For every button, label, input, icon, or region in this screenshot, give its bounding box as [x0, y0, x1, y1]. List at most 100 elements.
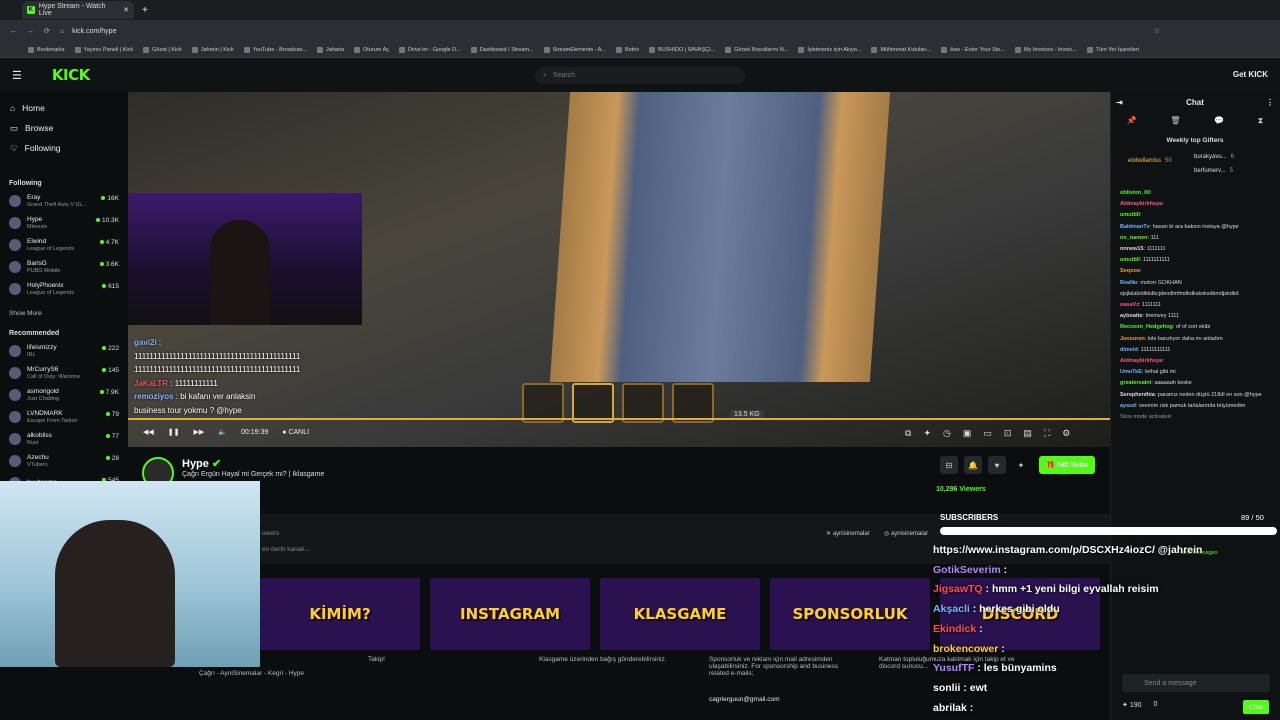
about-panel-4[interactable]: SPONSORLUK: [770, 578, 930, 650]
pip-icon[interactable]: ▭: [983, 428, 992, 439]
bookmark-item[interactable]: Oturum Aç: [354, 46, 389, 53]
star-icon[interactable]: ☆: [1154, 27, 1160, 35]
bookmark-item[interactable]: StreamElements - A...: [543, 46, 606, 53]
chat-send-button[interactable]: Chat: [1243, 700, 1269, 714]
bookmark-item[interactable]: Jaharia: [316, 46, 344, 53]
more-icon[interactable]: ⋮: [1266, 98, 1274, 107]
bookmark-item[interactable]: Botrix: [616, 46, 639, 53]
chat-username[interactable]: umutbll: [1120, 212, 1140, 218]
hourglass-icon[interactable]: ⧗: [1258, 116, 1264, 126]
chat-username[interactable]: oblivion_00: [1120, 190, 1150, 196]
instagram-social-link[interactable]: ◎ aynisinemalar: [884, 530, 928, 537]
menu-icon[interactable]: ☰: [12, 69, 22, 82]
chat-username[interactable]: umutbll: [1120, 257, 1140, 263]
sidebar-channel-item[interactable]: lifeismizzy IRL 222: [0, 340, 126, 362]
chat-username[interactable]: Joosuren: [1120, 336, 1145, 342]
reload-icon[interactable]: ⟳: [44, 27, 50, 35]
chat-username[interactable]: Seqooo: [1120, 268, 1140, 274]
sidebar-channel-item[interactable]: MrCurryS6 Call of Duty: Warzone 145: [0, 362, 126, 384]
chat-username[interactable]: nnnew15: [1120, 246, 1144, 252]
x-social-link[interactable]: ✕ aynisinemalar: [826, 530, 870, 537]
new-tab-icon[interactable]: +: [142, 5, 148, 16]
nav-browse[interactable]: ▭ Browse: [0, 118, 126, 138]
trash-icon[interactable]: 🗑: [1170, 116, 1180, 126]
pin-icon[interactable]: 📌: [1127, 116, 1137, 126]
bookmark-item[interactable]: Mühimmat Kutuları...: [871, 46, 931, 53]
sidebar-channel-item[interactable]: HolyPhoenix League of Legends 615: [0, 278, 126, 300]
search-input[interactable]: ⌕ Search: [535, 67, 745, 84]
settings-icon[interactable]: ⚙: [1062, 428, 1070, 439]
sidebar-channel-item[interactable]: asmongold Just Chatting 7.9K: [0, 384, 126, 406]
about-panel-2[interactable]: INSTAGRAM: [430, 578, 590, 650]
bookmark-item[interactable]: Bookmarks: [28, 46, 65, 53]
rewind-icon[interactable]: ◀◀: [143, 428, 154, 436]
bookmark-item[interactable]: My Invoices - Invoic...: [1014, 46, 1077, 53]
chat-username[interactable]: oasaVz: [1120, 302, 1139, 308]
gifter-item[interactable]: berfumerv... 5: [1194, 168, 1233, 174]
nav-following[interactable]: ♡ Following: [0, 138, 126, 158]
bookmark-item[interactable]: BUSHIDO | SAVAŞÇI...: [649, 46, 715, 53]
gifter-item[interactable]: burakyavu... 6: [1194, 154, 1234, 160]
theater-icon[interactable]: ▣: [963, 428, 972, 439]
bookmark-item[interactable]: Jahrein | Kick: [191, 46, 234, 53]
gift-subs-button[interactable]: 🎁 Gift Subs: [1039, 456, 1095, 474]
bookmark-item[interactable]: Gözat | Kick: [143, 46, 182, 53]
chat-username[interactable]: UmuTeE: [1120, 369, 1142, 375]
url-field[interactable]: kick.com/hype: [72, 24, 1154, 38]
nav-home[interactable]: ⌂ Home: [0, 98, 126, 118]
bookmark-item[interactable]: İşletmeniz için Akıyo...: [798, 46, 861, 53]
sidebar-channel-item[interactable]: LVNDMARK Escape From Tarkov 79: [0, 406, 126, 428]
bookmark-item[interactable]: Yayıncı Paneli | Kick: [74, 46, 133, 53]
bookmark-item[interactable]: Görsel Boyutlarını N...: [725, 46, 788, 53]
sparkle-icon[interactable]: ✦: [1012, 456, 1030, 474]
clip-icon[interactable]: ⧉: [905, 428, 911, 439]
bookmark-item[interactable]: Tüm Yer İşaretleri: [1086, 46, 1139, 53]
sparkle-icon[interactable]: ✦: [923, 428, 931, 439]
sidebar-channel-item[interactable]: Elwind League of Legends 4.7K: [0, 234, 126, 256]
bookmark-item[interactable]: Dashboard / Stream...: [470, 46, 534, 53]
speed-icon[interactable]: ◷: [943, 428, 951, 439]
sidebar-channel-item[interactable]: Azechu VTubers 28: [0, 450, 126, 472]
bookmark-item[interactable]: ikas - Enter Your Sto...: [941, 46, 1005, 53]
sidebar-channel-item[interactable]: Hype Mimesis 10.3K: [0, 212, 126, 234]
chat-username[interactable]: dimeld: [1120, 347, 1138, 353]
fullscreen-icon[interactable]: ⛶: [1044, 428, 1050, 439]
heart-icon[interactable]: ♥: [988, 456, 1006, 474]
gifter-item[interactable]: elobellamiss 50: [1128, 158, 1172, 164]
panel-email[interactable]: cagrierguun@gmail.com: [709, 696, 780, 703]
back-icon[interactable]: ←: [10, 28, 17, 35]
forward-icon[interactable]: →: [27, 28, 34, 35]
chat-username[interactable]: BaldmanTv: [1120, 224, 1150, 230]
chat-username[interactable]: no_namen: [1120, 235, 1148, 241]
chat-username[interactable]: Recceon_Hedgehog: [1120, 324, 1173, 330]
get-kick-button[interactable]: Get KICK: [1233, 70, 1268, 79]
volume-icon[interactable]: 🔈: [218, 428, 227, 436]
kick-logo[interactable]: KICK: [52, 66, 90, 84]
bell-icon[interactable]: 🔔: [964, 456, 982, 474]
sidebar-channel-item[interactable]: alkobliss Rust 77: [0, 428, 126, 450]
sidebar-channel-item[interactable]: Eray Grand Theft Auto V (G... 16K: [0, 190, 126, 212]
cast-icon[interactable]: ⊡: [1004, 428, 1012, 439]
pause-icon[interactable]: ❚❚: [168, 428, 180, 436]
show-more-button[interactable]: Show More: [0, 306, 126, 320]
bookmark-item[interactable]: Drive'ım - Google D...: [399, 46, 461, 53]
about-panel-1[interactable]: KİMİM?: [260, 578, 420, 650]
browser-tab[interactable]: K Hype Stream - Watch Live ✕: [22, 1, 134, 19]
chat-username[interactable]: Aldmaykirlıhsya: [1120, 201, 1162, 207]
bookmark-item[interactable]: YouTube - Broadcas...: [243, 46, 307, 53]
forward-icon[interactable]: ▶▶: [194, 428, 205, 436]
chat-username[interactable]: greatersaint: [1120, 380, 1152, 386]
chat-username[interactable]: aysud: [1120, 403, 1136, 409]
home-icon[interactable]: ⌂: [60, 28, 64, 35]
send-message-input[interactable]: Send a message: [1122, 674, 1270, 692]
chat-bubble-icon[interactable]: 💬: [1214, 116, 1224, 126]
chat-username[interactable]: ReaNo: [1120, 280, 1137, 286]
close-icon[interactable]: ✕: [123, 6, 129, 14]
channel-name[interactable]: Hype ✔: [182, 457, 221, 470]
chat-username[interactable]: ayboatte: [1120, 313, 1143, 319]
collapse-icon[interactable]: ⇥: [1116, 98, 1123, 107]
sidebar-channel-item[interactable]: BarisG PUBG Mobile 3.6K: [0, 256, 126, 278]
chat-username[interactable]: Aldmaykirlıhsya: [1120, 358, 1162, 364]
layout-icon[interactable]: ▤: [1023, 428, 1032, 439]
chat-username[interactable]: Serephenthia: [1120, 392, 1155, 398]
